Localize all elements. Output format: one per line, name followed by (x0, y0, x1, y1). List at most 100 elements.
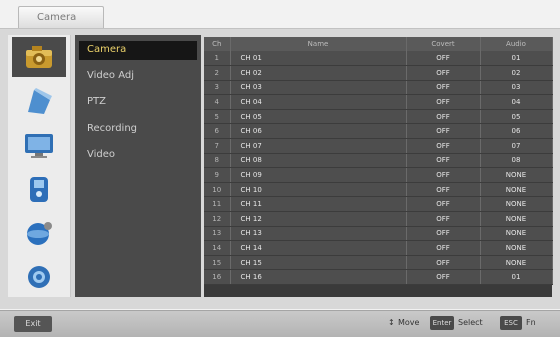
cell-ch: 15 (204, 255, 231, 271)
cell-name[interactable]: CH 12 (230, 211, 407, 227)
cell-audio[interactable]: NONE (480, 167, 553, 183)
table-row[interactable]: 8 CH 08 OFF 08 (204, 153, 553, 169)
cell-ch: 8 (204, 153, 231, 169)
cell-audio[interactable]: 06 (480, 123, 553, 140)
cell-name[interactable]: CH 15 (230, 255, 407, 271)
fn-hint: Fn (526, 318, 536, 327)
camera-settings-table: Ch Name Covert Audio 1 CH 01 OFF 01 2 CH 02 OF… (204, 37, 553, 297)
table-row[interactable]: 9 CH 09 OFF NONE (204, 167, 553, 183)
cell-covert[interactable]: OFF (406, 182, 481, 198)
cell-name[interactable]: CH 13 (230, 226, 407, 242)
cell-covert[interactable]: OFF (406, 94, 481, 110)
cell-covert[interactable]: OFF (406, 123, 481, 140)
sidebar-item-network[interactable] (12, 213, 66, 253)
table-row[interactable]: 1 CH 01 OFF 01 (204, 51, 553, 67)
cell-audio[interactable]: NONE (480, 196, 553, 213)
cell-name[interactable]: CH 08 (230, 153, 407, 169)
cell-name[interactable]: CH 02 (230, 65, 407, 81)
menu-item-video-adj[interactable]: Video Adj (79, 67, 197, 86)
cell-ch: 5 (204, 109, 231, 125)
sidebar-item-settings[interactable] (12, 257, 66, 297)
monitor-icon (25, 134, 53, 158)
table-header-row: Ch Name Covert Audio (204, 37, 553, 51)
sidebar-item-monitor[interactable] (12, 125, 66, 165)
cell-audio[interactable]: NONE (480, 240, 553, 256)
table-row[interactable]: 15 CH 15 OFF NONE (204, 255, 553, 271)
sidebar-item-camera[interactable] (12, 37, 66, 77)
table-row[interactable]: 2 CH 02 OFF 02 (204, 65, 553, 81)
settings-icon (28, 266, 50, 288)
cell-audio[interactable]: 01 (480, 269, 553, 285)
cell-covert[interactable]: OFF (406, 80, 481, 96)
cell-audio[interactable]: 08 (480, 153, 553, 169)
table-row[interactable]: 6 CH 06 OFF 06 (204, 123, 553, 140)
cell-covert[interactable]: OFF (406, 255, 481, 271)
cell-covert[interactable]: OFF (406, 51, 481, 67)
cell-name[interactable]: CH 01 (230, 51, 407, 67)
table-row[interactable]: 16 CH 16 OFF 01 (204, 269, 553, 285)
cell-name[interactable]: CH 07 (230, 138, 407, 154)
table-row[interactable]: 5 CH 05 OFF 05 (204, 109, 553, 125)
cell-name[interactable]: CH 09 (230, 167, 407, 183)
cell-ch: 16 (204, 269, 231, 285)
cell-covert[interactable]: OFF (406, 269, 481, 285)
cell-covert[interactable]: OFF (406, 65, 481, 81)
cell-audio[interactable]: NONE (480, 226, 553, 242)
cell-audio[interactable]: 01 (480, 51, 553, 67)
cell-name[interactable]: CH 04 (230, 94, 407, 110)
menu-item-camera[interactable]: Camera (79, 41, 197, 60)
table-row[interactable]: 12 CH 12 OFF NONE (204, 211, 553, 227)
sidebar-item-record[interactable] (12, 169, 66, 209)
table-row[interactable]: 10 CH 10 OFF NONE (204, 182, 553, 198)
cell-ch: 3 (204, 80, 231, 96)
cell-audio[interactable]: 03 (480, 80, 553, 96)
tab-camera[interactable]: Camera (18, 6, 104, 29)
icon-sidebar (8, 35, 71, 297)
menu-item-video[interactable]: Video (79, 146, 197, 165)
table-row[interactable]: 7 CH 07 OFF 07 (204, 138, 553, 154)
table-row[interactable]: 13 CH 13 OFF NONE (204, 226, 553, 242)
cell-covert[interactable]: OFF (406, 153, 481, 169)
header-name: Name (230, 37, 407, 51)
cell-name[interactable]: CH 05 (230, 109, 407, 125)
cell-covert[interactable]: OFF (406, 109, 481, 125)
menu-item-ptz[interactable]: PTZ (79, 93, 197, 112)
cell-audio[interactable]: NONE (480, 255, 553, 271)
cell-audio[interactable]: 07 (480, 138, 553, 154)
cell-name[interactable]: CH 11 (230, 196, 407, 213)
cell-audio[interactable]: 05 (480, 109, 553, 125)
cell-name[interactable]: CH 14 (230, 240, 407, 256)
cell-covert[interactable]: OFF (406, 240, 481, 256)
cell-covert[interactable]: OFF (406, 167, 481, 183)
cell-ch: 11 (204, 196, 231, 213)
cell-covert[interactable]: OFF (406, 211, 481, 227)
move-arrows-icon: ↕ (388, 318, 395, 327)
cell-audio[interactable]: NONE (480, 211, 553, 227)
menu-item-recording[interactable]: Recording (79, 120, 197, 139)
cell-name[interactable]: CH 10 (230, 182, 407, 198)
cell-audio[interactable]: NONE (480, 182, 553, 198)
cell-ch: 7 (204, 138, 231, 154)
cell-ch: 6 (204, 123, 231, 140)
table-row[interactable]: 11 CH 11 OFF NONE (204, 196, 553, 213)
cell-covert[interactable]: OFF (406, 138, 481, 154)
cell-ch: 13 (204, 226, 231, 242)
move-hint: Move (398, 318, 420, 327)
cell-audio[interactable]: 02 (480, 65, 553, 81)
table-row[interactable]: 14 CH 14 OFF NONE (204, 240, 553, 256)
table-row[interactable]: 3 CH 03 OFF 03 (204, 80, 553, 96)
status-bar: Exit ↕ Move Enter Select ESC Fn (0, 310, 560, 337)
cell-ch: 12 (204, 211, 231, 227)
sidebar-item-display[interactable] (12, 81, 66, 121)
esc-key-badge: ESC (500, 316, 522, 330)
cell-name[interactable]: CH 06 (230, 123, 407, 140)
exit-button[interactable]: Exit (14, 316, 52, 332)
table-row[interactable]: 4 CH 04 OFF 04 (204, 94, 553, 110)
cell-ch: 9 (204, 167, 231, 183)
select-hint: Select (458, 318, 483, 327)
cell-covert[interactable]: OFF (406, 226, 481, 242)
cell-name[interactable]: CH 16 (230, 269, 407, 285)
cell-covert[interactable]: OFF (406, 196, 481, 213)
cell-audio[interactable]: 04 (480, 94, 553, 110)
cell-name[interactable]: CH 03 (230, 80, 407, 96)
